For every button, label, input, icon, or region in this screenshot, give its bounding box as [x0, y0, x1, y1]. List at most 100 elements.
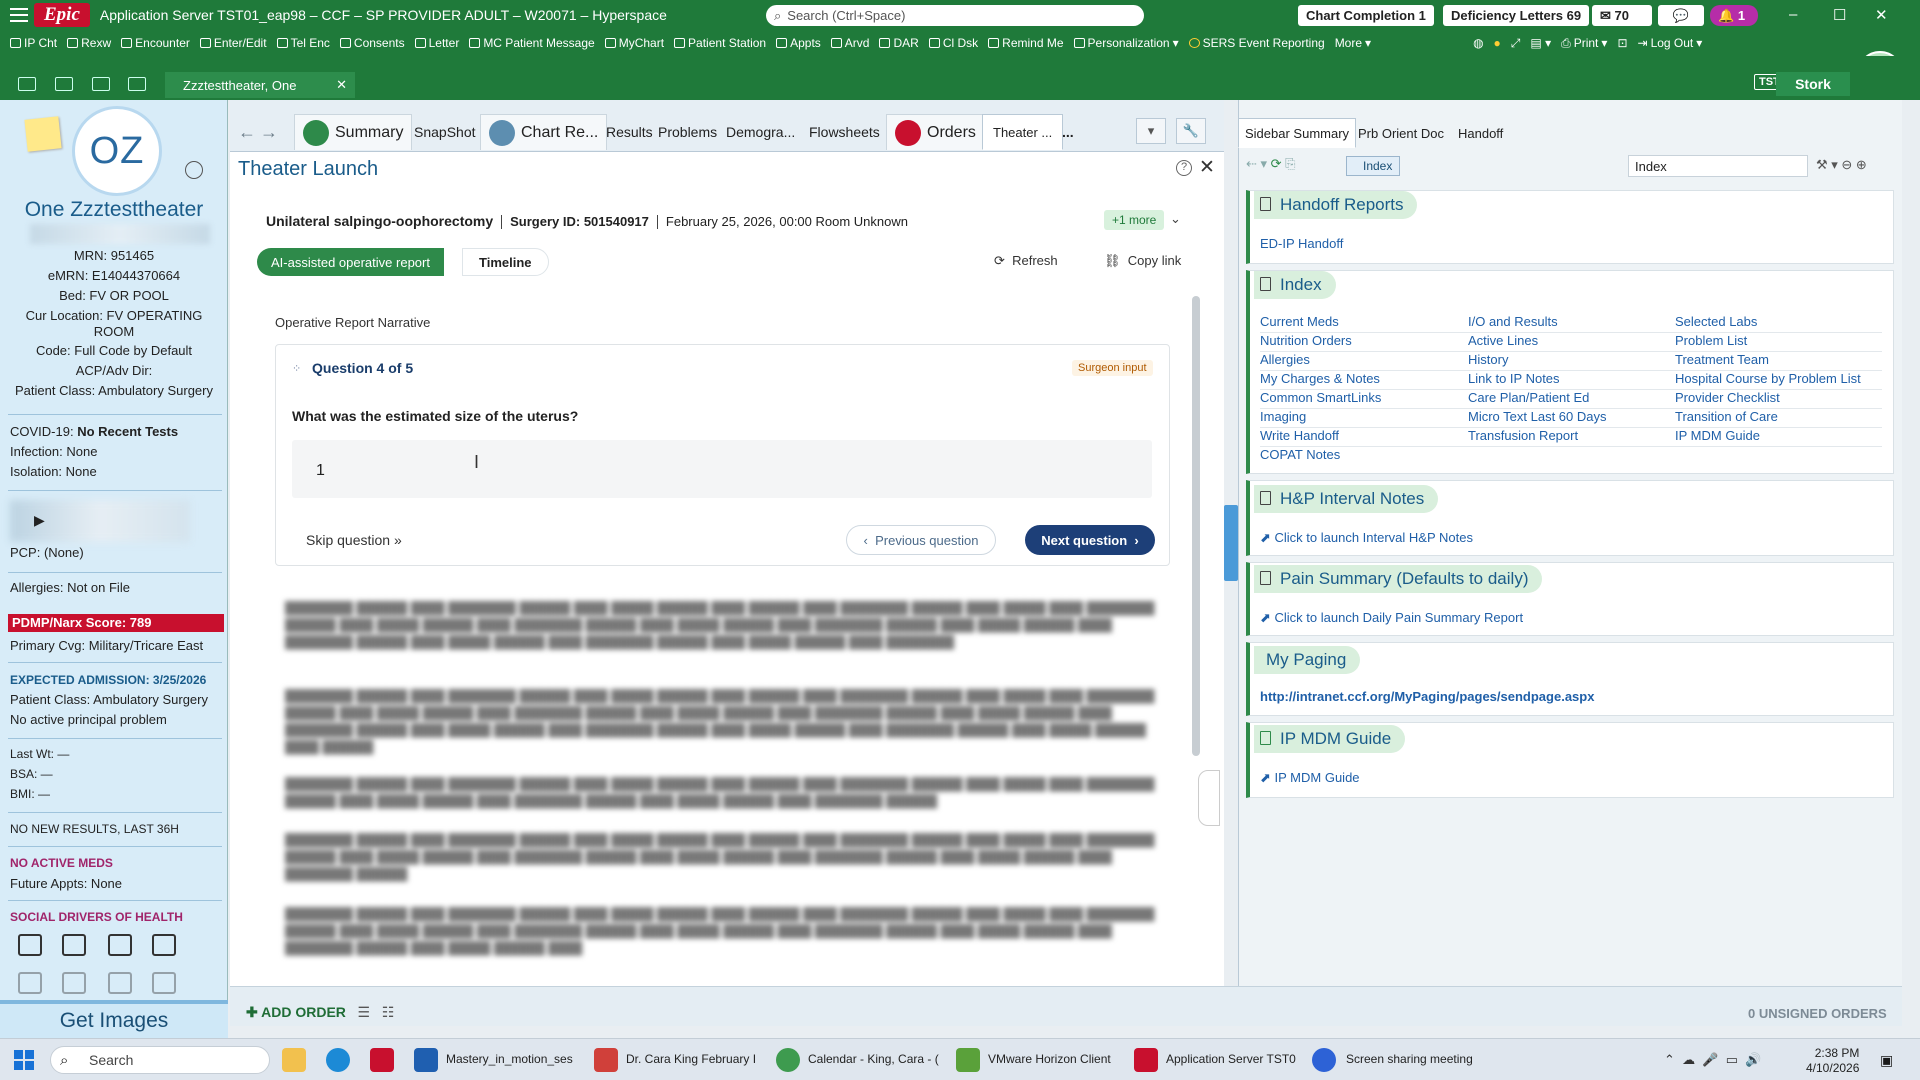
unsigned-orders-count[interactable]: 0 UNSIGNED ORDERS	[1748, 1006, 1887, 1021]
pdf-icon[interactable]	[594, 1048, 618, 1072]
toolbar-item[interactable]: Cl Dsk	[928, 36, 978, 50]
finance-icon[interactable]	[108, 934, 132, 956]
vmware-icon[interactable]	[956, 1048, 980, 1072]
tab-summary[interactable]: Summary	[294, 114, 413, 150]
pdmp-score[interactable]: PDMP/Narx Score: 789	[8, 614, 224, 632]
index-link[interactable]: Selected Labs	[1675, 314, 1882, 333]
toolbar-item[interactable]: MyChart	[604, 36, 664, 50]
calendar-icon[interactable]	[18, 77, 36, 91]
social-icon[interactable]	[152, 972, 176, 994]
tab-dropdown-icon[interactable]: ▾	[1136, 118, 1166, 144]
chat-button[interactable]: 💬	[1658, 5, 1704, 26]
toolbar-item[interactable]: SERS Event Reporting	[1188, 36, 1325, 50]
index-link[interactable]: Transfusion Report	[1468, 428, 1675, 447]
taskbar-search[interactable]: Search	[50, 1046, 270, 1074]
toolbar-item[interactable]: IP Cht	[10, 36, 57, 50]
edit-photo-icon[interactable]	[185, 161, 203, 179]
tab-problems[interactable]: Problems	[658, 114, 717, 150]
index-link[interactable]: Hospital Course by Problem List	[1675, 371, 1882, 390]
windows-start-icon[interactable]	[14, 1050, 34, 1070]
answer-input[interactable]: 1	[292, 440, 1152, 498]
toolbar-item[interactable]: Tel Enc	[276, 36, 330, 50]
toolbar-item[interactable]: Patient Station	[674, 36, 766, 50]
index-link[interactable]: Active Lines	[1468, 333, 1675, 352]
sidebar-tools-icons[interactable]: ⚒ ▾ ⊖ ⊕	[1816, 157, 1867, 173]
tab-results[interactable]: Results	[606, 114, 653, 150]
expand-arrow-icon[interactable]: ▶	[34, 512, 45, 529]
patient-workspace-tab[interactable]: Zzztesttheater, One ✕	[165, 72, 355, 98]
wrench-icon[interactable]: 🔧	[1176, 118, 1206, 144]
tab-flowsheets[interactable]: Flowsheets	[809, 114, 880, 150]
chart-completion-button[interactable]: Chart Completion 1	[1298, 5, 1434, 26]
global-search-input[interactable]: ⌕ Search (Ctrl+Space)	[766, 5, 1144, 26]
tab-orders[interactable]: Orders	[886, 114, 985, 150]
add-order-button[interactable]: ✚ ADD ORDER ☰ ☷	[246, 1004, 394, 1021]
refresh-button[interactable]: ⟳ Refresh	[994, 253, 1058, 269]
toolbar-item[interactable]: DAR	[879, 36, 919, 50]
close-tab-icon[interactable]: ✕	[336, 77, 347, 93]
skip-question-button[interactable]: Skip question »	[306, 532, 402, 548]
forward-arrow-icon[interactable]: →	[260, 122, 278, 143]
sidebar-search-input[interactable]: Index	[1628, 155, 1808, 177]
tab-theater[interactable]: Theater ...	[982, 114, 1064, 150]
notification-button[interactable]: 🔔 1	[1710, 5, 1758, 26]
toolbar-item[interactable]: Letter	[414, 36, 459, 50]
print-button[interactable]: ⎙ Print ▾	[1561, 36, 1607, 51]
toolbar-item[interactable]: Encounter	[121, 36, 190, 50]
more-procedures-badge[interactable]: +1 more	[1104, 210, 1165, 230]
previous-question-button[interactable]: ‹ Previous question	[846, 525, 996, 555]
chrome-icon[interactable]	[776, 1048, 800, 1072]
tab-demographics[interactable]: Demogra...	[726, 114, 795, 150]
maximize-button[interactable]: ☐	[1833, 6, 1846, 24]
inbox-icon[interactable]	[92, 77, 110, 91]
user-name-button[interactable]: Stork	[1776, 72, 1850, 96]
close-icon[interactable]: ✕	[1199, 156, 1215, 179]
monitor-icon[interactable]	[128, 77, 146, 91]
sidebar-nav-icons[interactable]: ⇠ ▾ ⟳ ⎘	[1246, 156, 1296, 172]
tab-timeline[interactable]: Timeline	[462, 248, 549, 276]
index-link[interactable]: Current Meds	[1260, 314, 1468, 333]
toolbar-item[interactable]: Rexw	[67, 36, 111, 50]
index-link[interactable]: Treatment Team	[1675, 352, 1882, 371]
main-scrollbar[interactable]	[1192, 296, 1200, 756]
transportation-icon[interactable]	[18, 934, 42, 956]
tab-sidebar-summary[interactable]: Sidebar Summary	[1238, 118, 1357, 148]
taskbar-task[interactable]: Mastery_in_motion_ses	[446, 1052, 573, 1066]
utensils-icon[interactable]	[152, 934, 176, 956]
epic-server-icon[interactable]	[1134, 1048, 1158, 1072]
list-icon[interactable]: ☰ ☷	[346, 1004, 395, 1020]
index-link[interactable]: I/O and Results	[1468, 314, 1675, 333]
tab-ai-operative-report[interactable]: AI-assisted operative report	[257, 248, 444, 276]
index-link[interactable]: Common SmartLinks	[1260, 390, 1468, 409]
toolbar-item[interactable]: Consents	[339, 36, 405, 50]
tab-prb-orient-doc[interactable]: Prb Orient Doc	[1352, 118, 1450, 148]
index-link[interactable]: Allergies	[1260, 352, 1468, 371]
index-link[interactable]: Transition of Care	[1675, 409, 1882, 428]
taskbar-task[interactable]: Dr. Cara King February I	[626, 1052, 756, 1066]
index-button[interactable]: Index	[1346, 156, 1400, 176]
food-icon[interactable]	[62, 934, 86, 956]
globe-icon[interactable]: ◍	[1473, 36, 1483, 50]
ip-mdm-guide-link[interactable]: ⬈ IP MDM Guide	[1260, 770, 1360, 786]
copy-link-button[interactable]: ⛓ Copy link	[1104, 253, 1181, 269]
index-link[interactable]: IP MDM Guide	[1675, 428, 1882, 447]
word-icon[interactable]	[414, 1048, 438, 1072]
back-arrow-icon[interactable]: ←	[238, 122, 256, 143]
index-link[interactable]: Nutrition Orders	[1260, 333, 1468, 352]
edge-icon[interactable]	[326, 1048, 350, 1072]
get-images-button[interactable]: Get Images	[0, 1000, 228, 1038]
index-link[interactable]: COPAT Notes	[1260, 447, 1468, 466]
lock-icon[interactable]: ⊡	[1617, 36, 1627, 50]
minimize-button[interactable]: –	[1789, 6, 1797, 23]
layout-icon[interactable]: ▤ ▾	[1530, 36, 1551, 50]
logout-button[interactable]: ⇥ Log Out ▾	[1638, 36, 1703, 50]
expand-icon[interactable]: ⤢	[1511, 36, 1521, 51]
toolbar-item[interactable]: Remind Me	[988, 36, 1064, 50]
tab-snapshot[interactable]: SnapShot	[414, 114, 476, 150]
toolbar-item[interactable]: More ▾	[1335, 36, 1371, 50]
stress-icon[interactable]	[108, 972, 132, 994]
taskbar-task[interactable]: VMware Horizon Client	[988, 1052, 1111, 1066]
index-link[interactable]: Problem List	[1675, 333, 1882, 352]
index-link[interactable]: Provider Checklist	[1675, 390, 1882, 409]
sticky-note-icon[interactable]	[24, 116, 62, 152]
